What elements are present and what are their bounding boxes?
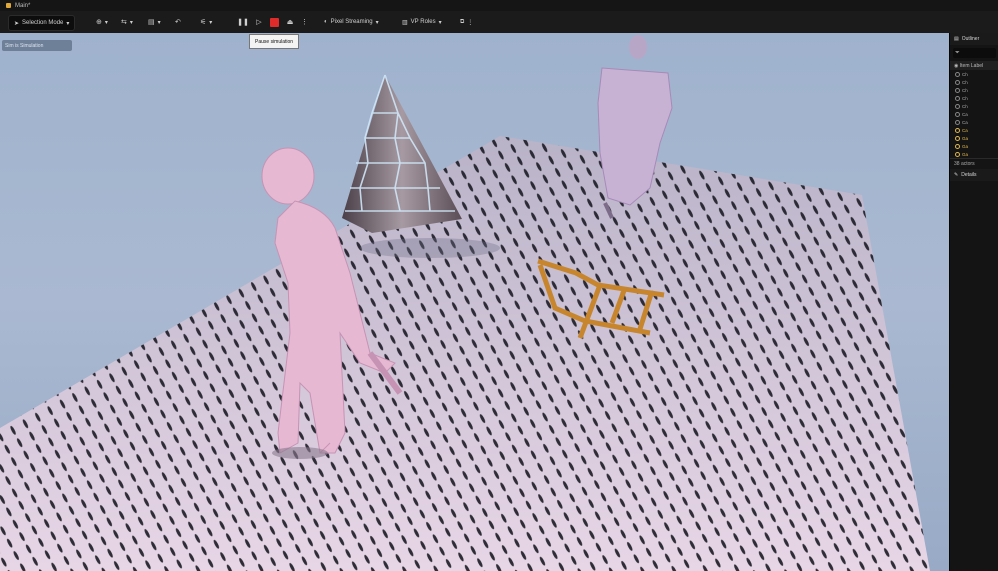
viewport-overlay-label: Sim is Simulation [2,40,72,51]
actor-icon [955,135,960,141]
blueprint-button[interactable]: ▤ ▾ [148,15,161,29]
undo-button[interactable]: ↶ [175,15,181,29]
outliner-footer: 38 actors [950,158,998,169]
list-item[interactable]: Ga [950,150,998,158]
list-item[interactable]: Ca [950,118,998,126]
chevron-down-icon: ▾ [104,19,108,26]
build-button[interactable]: ⚟ ▾ [200,15,212,29]
vp-roles-button[interactable]: ▥ VP Roles ▾ [402,15,442,29]
actor-icon [955,119,960,125]
pixel-streaming-button[interactable]: ◐ Pixel Streaming ▾ [324,15,379,29]
outliner-icon: ▤ [954,36,959,42]
transform-button[interactable]: ⇆ ▾ [121,15,133,29]
list-item-label: Ch [962,103,968,109]
actor-icon [955,103,960,109]
selection-mode-button[interactable]: ➤ Selection Mode ▾ [8,15,76,31]
actor-icon [955,79,960,85]
outliner-column-header[interactable]: ◉ Item Label [950,61,998,70]
list-item-label: Ga [962,143,969,149]
filter-icon: ⏷ [955,49,960,56]
list-item-label: Ca [962,127,968,133]
outliner-panel: ▤ Outliner ⏷ ◉ Item Label Ch Ch Ch Ch Ch Ca Ca… [949,33,998,571]
cone-mesh [342,74,462,233]
list-item-label: Ch [962,95,968,101]
list-item[interactable]: Ch [950,86,998,94]
list-item[interactable]: Ch [950,94,998,102]
list-item-label: Ch [962,87,968,93]
title-bar: Main* [0,0,998,11]
level-viewport[interactable]: Sim is Simulation [0,33,949,571]
actor-icon [955,87,960,93]
outliner-header: ▤ Outliner [950,33,998,45]
list-item[interactable]: Ga [950,134,998,142]
chevron-down-icon: ▾ [375,19,379,26]
level-icon [6,3,11,8]
column-label: Item Label [959,62,984,69]
list-item-label: Ch [962,79,968,85]
pixel-streaming-label: Pixel Streaming [330,19,373,25]
more-options-icon[interactable]: ⋮ [301,16,308,29]
outliner-title: Outliner [961,36,980,42]
chevron-down-icon: ▾ [66,20,70,27]
skip-frame-icon[interactable]: ▷ [254,16,264,29]
chevron-down-icon: ▾ [438,19,442,26]
list-item[interactable]: Ga [950,142,998,150]
vp-roles-icon: ▥ [402,19,408,26]
list-item-label: Ca [962,111,968,117]
list-item-label: Ga [962,135,969,141]
list-item-label: Ch [962,71,968,77]
level-tab-label: Main* [15,2,31,9]
stop-icon[interactable] [270,17,279,27]
outliner-list: Ch Ch Ch Ch Ch Ca Ca Ca Ga Ga Ga [950,70,998,158]
cursor-icon: ➤ [14,20,20,27]
outliner-filter[interactable]: ⏷ [953,48,996,58]
list-item[interactable]: Ch [950,102,998,110]
chevron-down-icon: ▾ [157,19,161,26]
list-item-label: Ca [962,119,968,125]
settings-button[interactable]: ⧉ ⋮ [460,15,473,29]
details-tab[interactable]: ✎ Details [950,169,998,181]
transform-icon: ⇆ [121,19,127,26]
build-icon: ⚟ [200,19,207,26]
tooltip: Pause simulation [249,34,300,49]
list-item-label: Ga [962,151,969,157]
undo-icon: ↶ [175,19,181,26]
blueprint-icon: ▤ [148,19,155,26]
vp-roles-label: VP Roles [410,19,436,25]
details-icon: ✎ [954,172,959,178]
play-controls: ❚❚ ▷ ⏏ ⋮ [237,15,308,29]
add-content-button[interactable]: ⊕ ▾ [96,15,108,29]
details-label: Details [961,172,977,178]
list-item[interactable]: Ch [950,78,998,86]
actor-icon [955,111,960,117]
list-item[interactable]: Ch [950,70,998,78]
more-options-icon: ⋮ [467,19,474,26]
streaming-icon: ◐ [324,19,328,25]
chevron-down-icon: ▾ [129,19,133,26]
list-item[interactable]: Ca [950,110,998,118]
level-tab[interactable]: Main* [6,0,30,11]
actor-icon [955,143,960,149]
add-actor-icon: ⊕ [96,19,102,26]
main-toolbar: ➤ Selection Mode ▾ ⊕ ▾ ⇆ ▾ ▤ ▾ ↶ ⚟ ▾ ❚❚ ▷ ⏏ … [0,11,998,34]
settings-icon: ⧉ [460,18,465,25]
chevron-down-icon: ▾ [209,19,213,26]
actor-icon [955,71,960,77]
actor-icon [955,151,960,157]
actor-icon [955,95,960,101]
list-item[interactable]: Ca [950,126,998,134]
actor-icon [955,127,960,133]
pause-icon[interactable]: ❚❚ [237,16,249,29]
scene-render [0,35,930,571]
selection-mode-label: Selection Mode [22,20,64,26]
eject-icon[interactable]: ⏏ [285,16,295,29]
